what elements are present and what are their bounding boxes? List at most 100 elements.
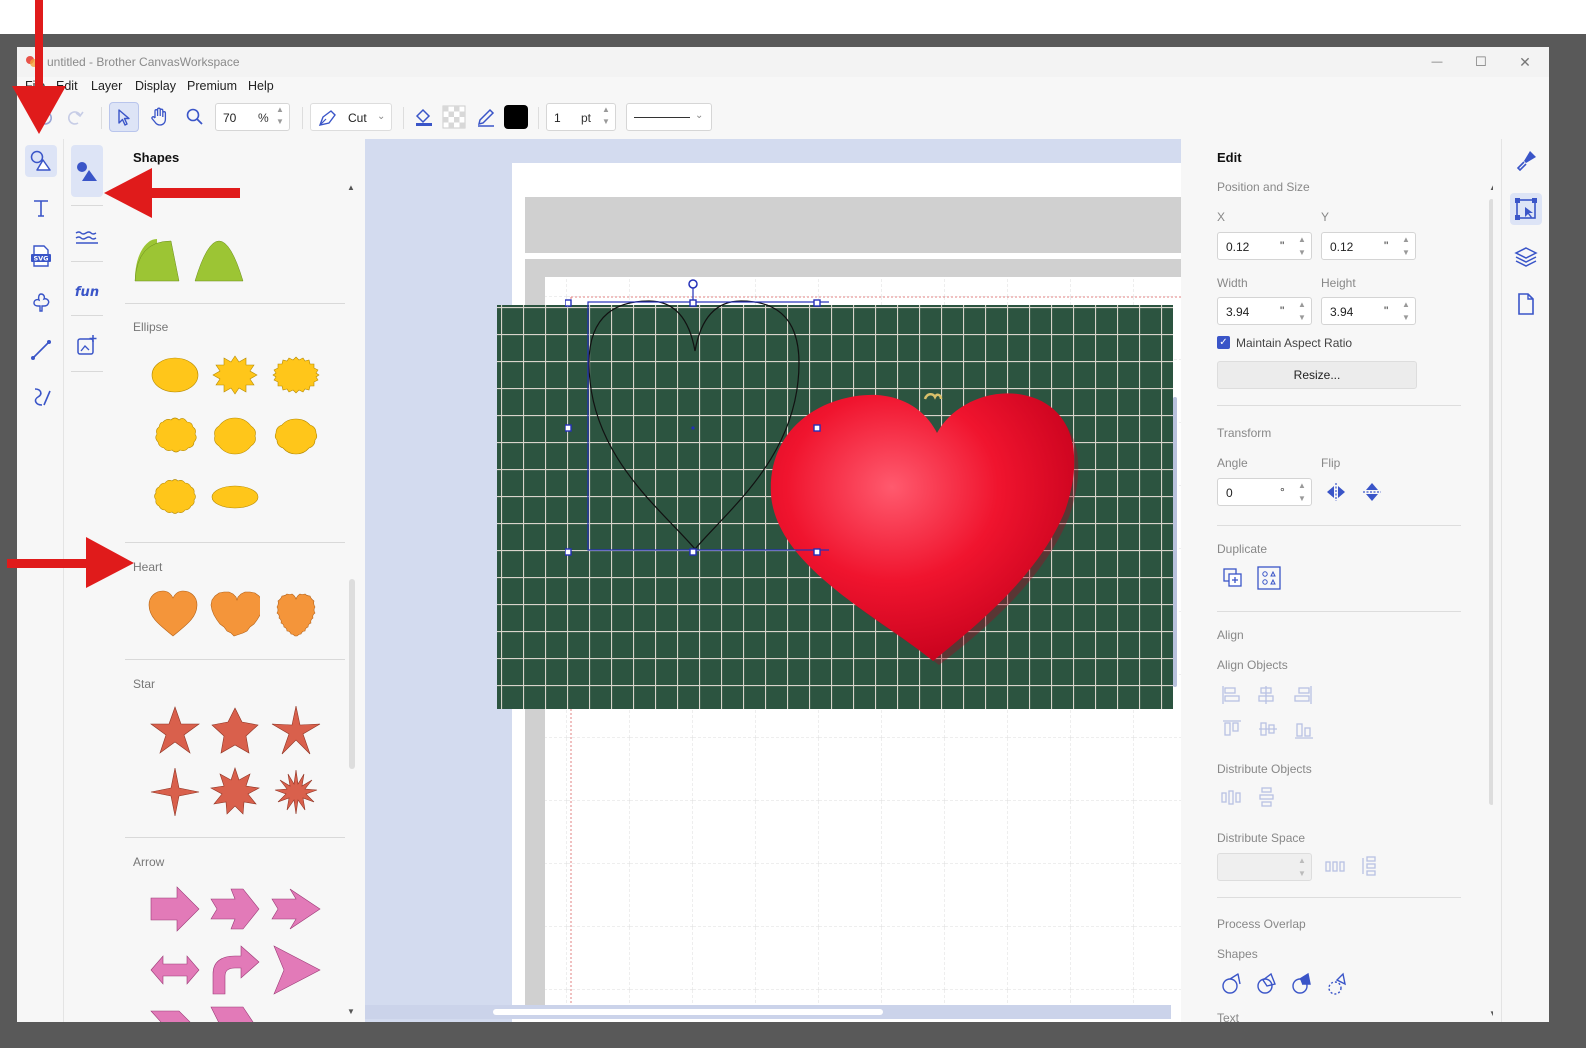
shape-arrow-chevron-block[interactable] [209, 883, 261, 935]
fill-button[interactable] [409, 102, 439, 132]
menu-display[interactable]: Display [135, 79, 176, 93]
line-style-dropdown[interactable]: ⌄ [626, 103, 712, 131]
align-bottom-icon[interactable] [1295, 723, 1313, 739]
canvas-hscroll[interactable] [365, 1005, 1171, 1019]
zoom-tool-button[interactable] [180, 102, 210, 132]
canvas-vscroll-thumb[interactable] [1173, 397, 1177, 687]
shape-heart-scalloped[interactable] [208, 588, 260, 640]
category-fun[interactable]: fun [71, 275, 103, 307]
maintain-aspect-checkbox[interactable]: ✓ [1217, 336, 1230, 349]
distribute-space-field[interactable]: ▲ ▼ [1217, 853, 1312, 881]
shape-arrow-turn[interactable] [209, 944, 261, 996]
menu-edit[interactable]: Edit [56, 79, 78, 93]
shape-ellipse-scallop[interactable] [149, 410, 201, 462]
zoom-field[interactable]: 70 % ▲ ▼ [215, 103, 290, 131]
shape-arrow-pentagon[interactable] [209, 1005, 261, 1022]
hand-tool-button[interactable] [144, 102, 174, 132]
weld-icon[interactable] [1222, 973, 1241, 994]
shape-star-5[interactable] [149, 705, 201, 757]
align-left-icon[interactable] [1222, 686, 1240, 704]
fill-color-swatch[interactable] [439, 102, 469, 132]
distribute-vertical-icon[interactable] [1259, 787, 1274, 807]
shape-semicircle-2[interactable] [193, 231, 245, 283]
category-basic-shapes[interactable] [71, 145, 103, 197]
duplicate-icon[interactable] [1222, 567, 1244, 589]
distribute-space-stepper[interactable]: ▲ ▼ [1295, 854, 1309, 880]
angle-field[interactable]: 0 ° ▲ ▼ [1217, 478, 1312, 506]
rail-text-button[interactable] [25, 192, 57, 224]
align-right-icon[interactable] [1294, 686, 1312, 704]
edit-scroll-up-icon[interactable]: ▲ [1489, 183, 1493, 192]
edit-scroll-down-icon[interactable]: ▼ [1489, 1009, 1493, 1018]
height-stepper[interactable]: ▲ ▼ [1399, 298, 1413, 324]
paint-brush-button[interactable] [1510, 145, 1542, 177]
panel-scroll-down-icon[interactable]: ▼ [347, 1007, 355, 1016]
space-vertical-icon[interactable] [1362, 856, 1376, 876]
shape-ellipse[interactable] [149, 349, 201, 401]
width-field[interactable]: 3.94 " ▲ ▼ [1217, 297, 1312, 325]
layers-button[interactable] [1510, 241, 1542, 273]
shape-ellipse-seal[interactable] [270, 349, 322, 401]
canvas-vscroll[interactable] [1171, 143, 1179, 1003]
y-field[interactable]: 0.12 " ▲ ▼ [1321, 232, 1416, 260]
shape-ellipse-wavy[interactable] [209, 410, 261, 462]
category-patterns[interactable] [71, 221, 103, 253]
align-middle-icon[interactable] [1259, 722, 1277, 736]
edit-panel-button[interactable] [1510, 193, 1542, 225]
flip-vertical-icon[interactable] [1361, 481, 1383, 503]
maximize-button[interactable]: ☐ [1459, 51, 1503, 73]
menu-layer[interactable]: Layer [91, 79, 122, 93]
multiple-copies-icon[interactable] [1257, 566, 1281, 590]
y-stepper[interactable]: ▲ ▼ [1399, 233, 1413, 259]
space-horizontal-icon[interactable] [1325, 861, 1345, 872]
menu-file[interactable]: File [25, 79, 45, 93]
shape-star-burst[interactable] [270, 766, 322, 818]
x-field[interactable]: 0.12 " ▲ ▼ [1217, 232, 1312, 260]
panel-scrollbar[interactable] [349, 579, 355, 769]
redo-button[interactable] [61, 102, 91, 132]
shape-heart-lace[interactable] [269, 588, 321, 640]
distribute-horizontal-icon[interactable] [1221, 790, 1241, 805]
rail-line-button[interactable] [25, 334, 57, 366]
rail-freehand-button[interactable] [25, 381, 57, 413]
angle-stepper[interactable]: ▲ ▼ [1295, 479, 1309, 505]
stroke-button[interactable] [471, 102, 501, 132]
undo-button[interactable] [29, 102, 59, 132]
align-center-icon[interactable] [1258, 686, 1274, 704]
shape-arrow-notched[interactable] [270, 883, 322, 935]
line-width-field[interactable]: 1 pt ▲ ▼ [546, 103, 616, 131]
select-tool-button[interactable] [109, 102, 139, 132]
line-width-stepper[interactable]: ▲ ▼ [599, 104, 613, 130]
align-top-icon[interactable] [1223, 720, 1241, 736]
canvas-hscroll-thumb[interactable] [493, 1009, 883, 1015]
shape-star-4[interactable] [149, 766, 201, 818]
shape-star-5-fat[interactable] [209, 705, 261, 757]
zoom-stepper[interactable]: ▲ ▼ [273, 104, 287, 130]
mode-dropdown[interactable]: Cut ⌄ [310, 103, 392, 131]
edit-scrollbar[interactable] [1489, 199, 1493, 805]
selection-handles[interactable] [565, 279, 835, 569]
shape-ellipse-cloud[interactable] [270, 410, 322, 462]
resize-button[interactable]: Resize... [1217, 361, 1417, 389]
shape-star-5-thin[interactable] [270, 705, 322, 757]
menu-help[interactable]: Help [248, 79, 274, 93]
stroke-color-swatch[interactable] [501, 102, 531, 132]
rail-import-button[interactable] [25, 287, 57, 319]
width-stepper[interactable]: ▲ ▼ [1295, 298, 1309, 324]
page-setup-button[interactable] [1510, 288, 1542, 320]
shape-ellipse-burst[interactable] [209, 349, 261, 401]
category-custom[interactable] [71, 329, 103, 361]
flip-horizontal-icon[interactable] [1325, 481, 1347, 503]
shape-arrow-triangle[interactable] [270, 944, 322, 996]
rail-shapes-button[interactable] [25, 145, 57, 177]
panel-scroll-up-icon[interactable]: ▲ [347, 183, 355, 192]
height-field[interactable]: 3.94 " ▲ ▼ [1321, 297, 1416, 325]
shape-semicircle[interactable] [131, 231, 183, 283]
menu-premium[interactable]: Premium [187, 79, 237, 93]
canvas-area[interactable] [365, 139, 1181, 1022]
shape-arrow-block[interactable] [149, 883, 201, 935]
shape-ellipse-lace[interactable] [149, 471, 201, 523]
shape-star-8[interactable] [209, 766, 261, 818]
rotate-handle[interactable] [688, 279, 698, 289]
shape-heart[interactable] [147, 588, 199, 640]
